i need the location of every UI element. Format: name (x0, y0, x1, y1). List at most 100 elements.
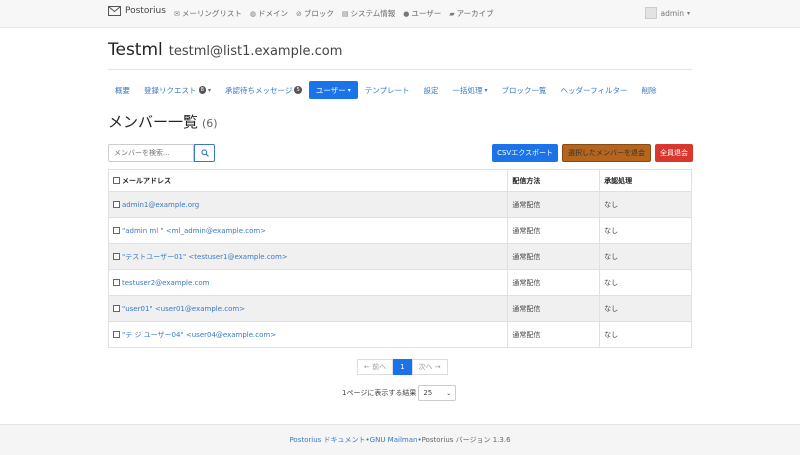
row-checkbox[interactable] (113, 227, 120, 234)
members-table-body: admin1@example.org 通常配信 なし "admin ml " <ml_… (107, 191, 692, 348)
row-checkbox[interactable] (113, 253, 120, 260)
tab-2[interactable]: 承認待ちメッセージ 5 (218, 81, 309, 99)
list-name: Testml (108, 40, 163, 60)
mailman-link[interactable]: GNU Mailman (370, 436, 418, 444)
row-checkbox[interactable] (113, 201, 120, 208)
csv-export-button[interactable]: CSVエクスポート (492, 144, 558, 162)
brand-link[interactable]: Postorius (108, 6, 166, 16)
postorius-logo-icon (108, 6, 121, 16)
pagination: ← 前へ 1 次へ → (357, 359, 448, 375)
ban-icon: ⊘ (295, 9, 302, 18)
row-checkbox[interactable] (113, 331, 120, 338)
envelope-icon: ✉ (174, 9, 180, 18)
delivery-cell: 通常配信 (507, 295, 601, 322)
email-header-label: メールアドレス (122, 176, 171, 185)
delivery-column-header: 配信方法 (507, 169, 601, 192)
nav-link-2[interactable]: ⊘ ブロック (296, 8, 334, 19)
delivery-cell: 通常配信 (507, 269, 601, 296)
nav-link-5[interactable]: ▰ アーカイブ (449, 8, 493, 19)
next-page-button[interactable]: 次へ → (411, 359, 448, 375)
tab-count-badge: 5 (294, 86, 302, 94)
member-email-link[interactable]: admin1@example.org (122, 201, 199, 209)
tab-1[interactable]: 登録リクエスト 8 ▾ (137, 81, 218, 99)
per-page-select[interactable]: 25 ⌄ (418, 385, 457, 401)
unsubscribe-selected-button[interactable]: 選択したメンバーを退会 (562, 144, 651, 162)
member-email-link[interactable]: "admin ml " <ml_admin@example.com> (122, 227, 266, 235)
moderation-cell: なし (599, 217, 692, 244)
chevron-down-icon: ▾ (686, 9, 690, 17)
title-divider (108, 69, 692, 70)
tab-label: ユーザー (315, 85, 346, 95)
nav-link-label: アーカイブ (456, 9, 494, 18)
tab-5[interactable]: 設定 (417, 81, 446, 99)
avatar (645, 7, 658, 19)
tab-0[interactable]: 概要 (108, 81, 137, 99)
nav-link-4[interactable]: ● ユーザー (403, 8, 441, 19)
list-address: testml@list1.example.com (168, 44, 343, 59)
tab-label: テンプレート (364, 85, 410, 95)
member-email-link[interactable]: "テ ジ ユーザー04" <user04@example.com> (122, 331, 276, 339)
tab-label: 設定 (423, 85, 439, 95)
member-search (108, 144, 215, 162)
prev-page-button[interactable]: ← 前へ (357, 359, 394, 375)
tab-6[interactable]: 一括処理 ▾ (446, 81, 495, 99)
nav-link-label: ドメイン (257, 9, 288, 18)
email-cell: "テストユーザー01" <testuser1@example.com> (107, 243, 509, 270)
list-tabs: 概要 登録リクエスト 8 ▾ 承認待ちメッセージ 5 ユーザー ▾ テンプレート 設定 一括処理 ▾ ブ… (108, 81, 663, 99)
nav-link-0[interactable]: ✉ メーリングリスト (174, 8, 242, 19)
member-email-link[interactable]: testuser2@example.com (122, 279, 209, 287)
tab-7[interactable]: ブロック一覧 (495, 81, 554, 99)
tab-label: 削除 (641, 85, 657, 95)
tab-count-badge: 8 (198, 86, 206, 94)
search-input[interactable] (108, 144, 194, 162)
per-page-value: 25 (423, 389, 433, 397)
chevron-down-icon: ⌄ (446, 389, 452, 397)
tab-label: 承認待ちメッセージ (225, 85, 293, 95)
page-1-button[interactable]: 1 (393, 359, 412, 375)
tab-4[interactable]: テンプレート (358, 81, 417, 99)
moderation-cell: なし (599, 321, 692, 348)
nav-link-label: システム情報 (350, 9, 396, 18)
user-menu[interactable]: admin ▾ (645, 7, 690, 19)
nav-link-3[interactable]: ▤ システム情報 (342, 8, 395, 19)
moderation-cell: なし (599, 243, 692, 270)
delivery-cell: 通常配信 (507, 321, 601, 348)
search-button[interactable] (194, 144, 215, 162)
tab-label: 一括処理 (452, 85, 483, 95)
nav-link-label: メーリングリスト (181, 9, 242, 18)
member-email-link[interactable]: "テストユーザー01" <testuser1@example.com> (122, 253, 288, 261)
tab-3[interactable]: ユーザー ▾ (308, 81, 358, 99)
globe-icon: ◍ (249, 9, 256, 18)
tab-label: 概要 (115, 85, 130, 95)
nav-link-1[interactable]: ◍ ドメイン (250, 8, 288, 19)
table-row: "user01" <user01@example.com> 通常配信 なし (107, 295, 692, 322)
email-cell: "admin ml " <ml_admin@example.com> (107, 217, 509, 244)
email-cell: "user01" <user01@example.com> (107, 295, 509, 322)
table-row: admin1@example.org 通常配信 なし (107, 191, 692, 218)
per-page-label: 1ページに表示する結果 (342, 389, 417, 397)
comment-icon: ▰ (449, 9, 455, 18)
unsubscribe-all-button[interactable]: 全員退会 (655, 144, 693, 162)
tab-8[interactable]: ヘッダーフィルター (554, 81, 635, 99)
member-count: (6) (202, 117, 218, 130)
moderation-cell: なし (599, 295, 692, 322)
nav-link-label: ブロック (303, 9, 334, 18)
member-email-link[interactable]: "user01" <user01@example.com> (122, 305, 245, 313)
moderation-cell: なし (599, 269, 692, 296)
action-buttons: CSVエクスポート 選択したメンバーを退会 全員退会 (492, 144, 693, 162)
tab-9[interactable]: 削除 (634, 81, 663, 99)
members-table: メールアドレス 配信方法 承認処理 admin1@example.org 通常配信… (107, 169, 692, 348)
table-row: "admin ml " <ml_admin@example.com> 通常配信 なし (107, 217, 692, 244)
select-all-checkbox[interactable] (113, 177, 120, 184)
brand-name: Postorius (125, 6, 166, 16)
email-cell: admin1@example.org (107, 191, 509, 218)
email-column-header: メールアドレス (107, 169, 509, 192)
table-row: "テ ジ ユーザー04" <user04@example.com> 通常配信 なし (107, 321, 692, 348)
top-navbar: Postorius ✉ メーリングリスト ◍ ドメイン ⊘ ブロック ▤ システム情報 ● ユーザ… (0, 0, 800, 28)
server-icon: ▤ (341, 9, 349, 18)
row-checkbox[interactable] (113, 305, 120, 312)
tab-label: ブロック一覧 (501, 85, 547, 95)
caret-down-icon: ▾ (208, 86, 212, 94)
row-checkbox[interactable] (113, 279, 120, 286)
docs-link[interactable]: Postorius ドキュメント (289, 435, 365, 445)
